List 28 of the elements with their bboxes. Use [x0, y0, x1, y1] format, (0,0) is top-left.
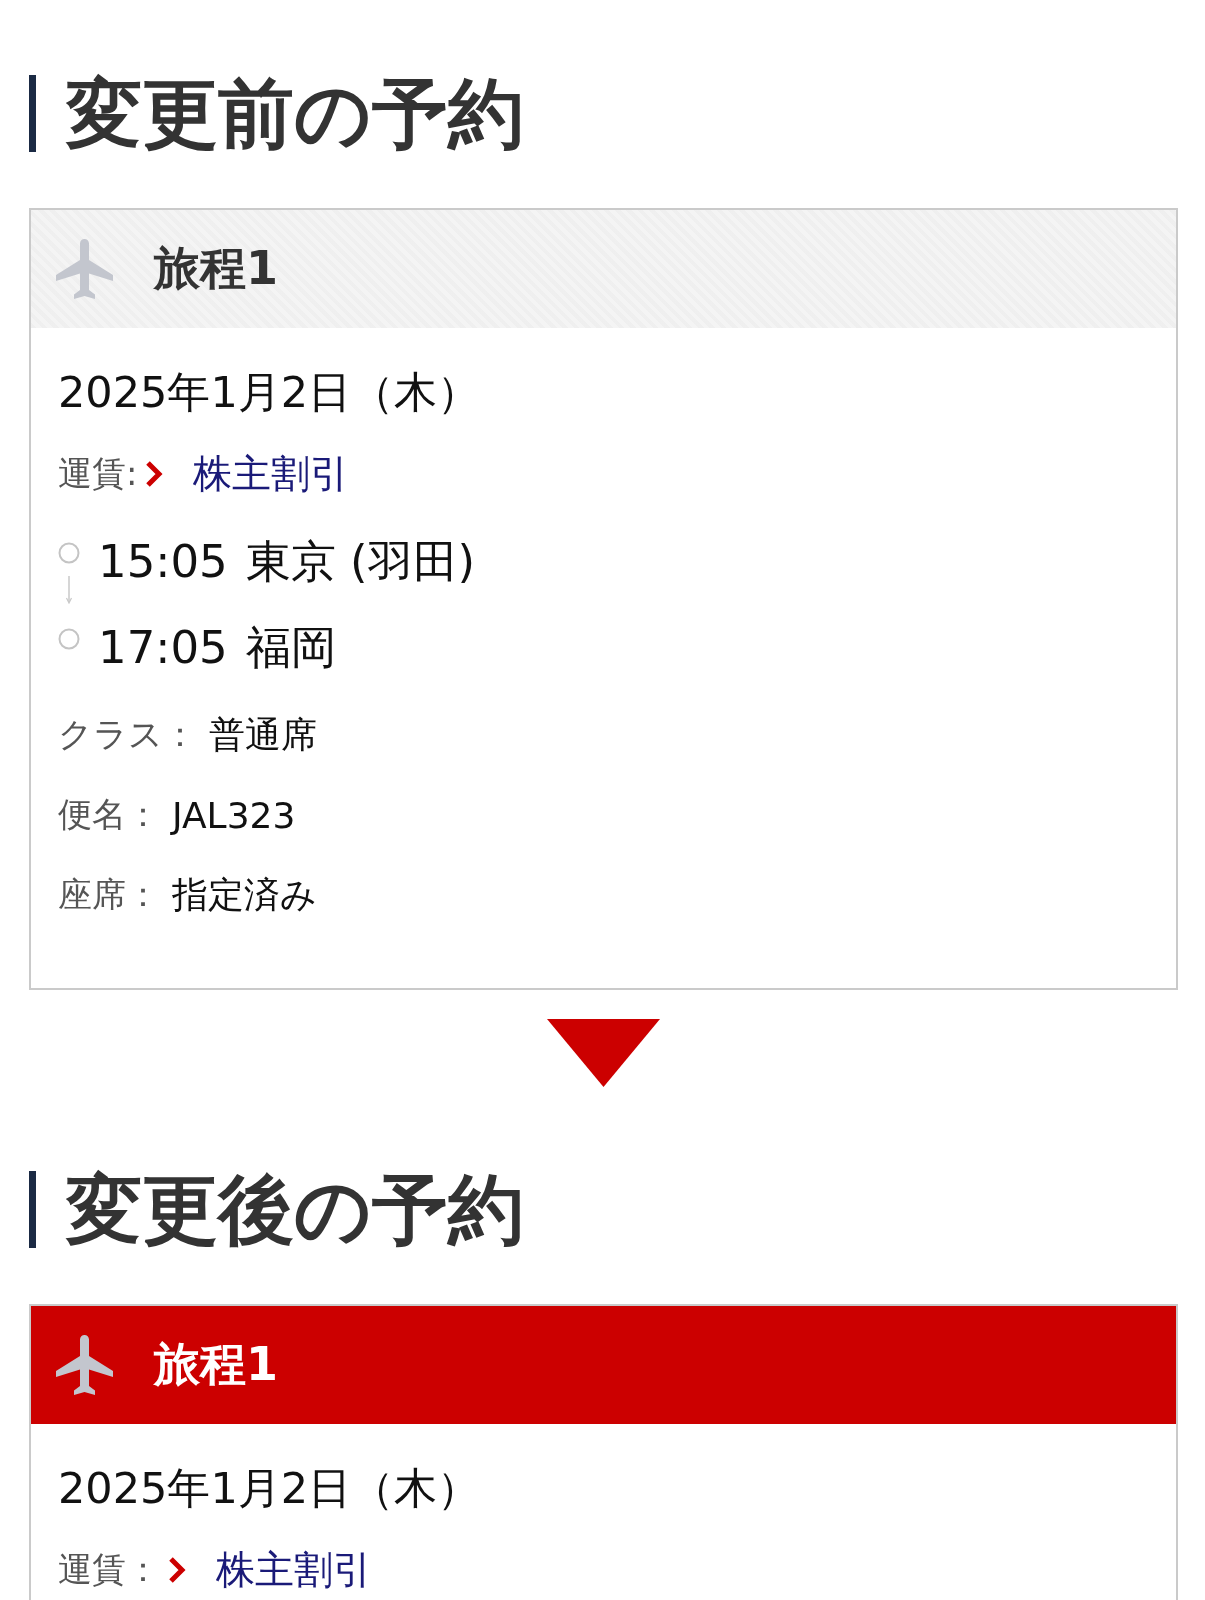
flight-date: 2025年1月2日（木） [58, 366, 481, 419]
airport-name: 福岡 [245, 620, 336, 676]
airport-name: 東京 (羽田) [245, 534, 476, 590]
chevron-icon [145, 460, 164, 488]
fare-link[interactable]: 株主割引 [216, 1543, 372, 1597]
fare-link[interactable]: 株主割引 [193, 447, 350, 501]
fare-label: 運賃: [58, 452, 138, 495]
chevron-icon [168, 1556, 186, 1584]
detail-label: 座席： [58, 873, 160, 916]
fare-label: 運賃： [58, 1548, 160, 1591]
down-triangle-icon [547, 1019, 660, 1087]
section-heading: 変更前の予約 [66, 75, 524, 152]
detail-label: 便名： [58, 793, 160, 836]
airplane-icon [56, 239, 116, 299]
detail-label: クラス： [58, 713, 197, 756]
circle-icon [58, 628, 80, 650]
section-heading: 変更後の予約 [66, 1171, 524, 1248]
itinerary-title: 旅程1 [154, 1336, 278, 1393]
airplane-icon [56, 1335, 116, 1395]
detail-value: 指定済み [172, 872, 317, 917]
detail-value: JAL323 [172, 794, 296, 836]
itinerary-title: 旅程1 [154, 240, 278, 297]
down-arrow-icon [65, 576, 73, 604]
departure-time: 15:05 [98, 534, 228, 590]
circle-icon [58, 542, 80, 564]
flight-date: 2025年1月2日（木） [58, 1462, 481, 1515]
detail-value: 普通席 [209, 712, 317, 757]
departure-time: 17:05 [98, 620, 228, 676]
